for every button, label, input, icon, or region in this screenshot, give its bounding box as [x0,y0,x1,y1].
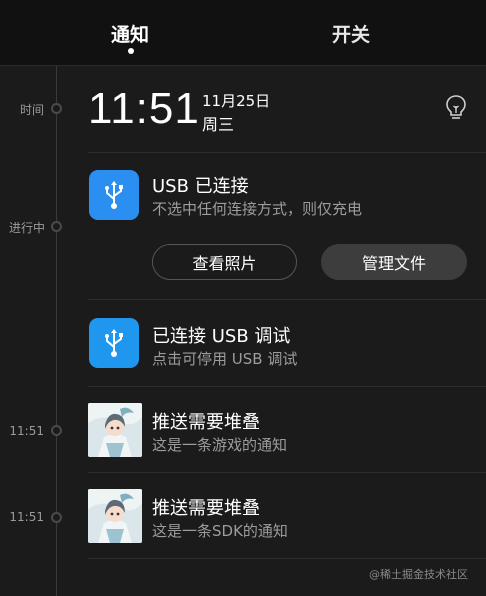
timeline-node [51,425,62,436]
timeline-label-time: 11:51 [9,424,44,438]
divider [88,152,486,153]
game-avatar-icon [88,403,142,457]
divider [88,472,486,473]
timeline-node [51,221,62,232]
debug-card-title: 已连接 USB 调试 [152,326,291,347]
clock-date: 11月25日 [202,92,271,110]
divider [88,386,486,387]
tab-notifications[interactable]: 通知 [111,20,149,47]
timeline-label-time: 时间 [19,103,44,117]
timeline-node [51,512,62,523]
active-tab-indicator [128,48,134,54]
timeline-label-time: 11:51 [9,510,44,524]
usb-card-title: USB 已连接 [152,176,249,197]
divider [88,299,486,300]
usb-icon [89,318,139,368]
timeline-node [51,103,62,114]
game-avatar-icon [88,489,142,543]
divider [88,558,486,559]
clock-time: 11:51 [88,84,200,133]
timeline-label-ongoing: 进行中 [8,221,45,235]
notification-subtitle: 这是一条游戏的通知 [152,436,288,454]
tab-toggles[interactable]: 开关 [332,20,370,47]
top-tab-bar: 通知 开关 [0,0,486,66]
watermark: @稀土掘金技术社区 [369,568,468,581]
manage-files-button[interactable]: 管理文件 [321,244,467,280]
usb-card-subtitle: 不选中任何连接方式，则仅充电 [152,200,363,218]
view-photos-button[interactable]: 查看照片 [152,244,297,280]
usb-icon [89,170,139,220]
notification-title: 推送需要堆叠 [152,498,260,519]
debug-card-subtitle: 点击可停用 USB 调试 [152,350,298,368]
notification-title: 推送需要堆叠 [152,412,260,433]
notification-subtitle: 这是一条SDK的通知 [152,522,288,540]
lightbulb-icon[interactable] [444,94,468,122]
clock-weekday: 周三 [202,115,235,134]
